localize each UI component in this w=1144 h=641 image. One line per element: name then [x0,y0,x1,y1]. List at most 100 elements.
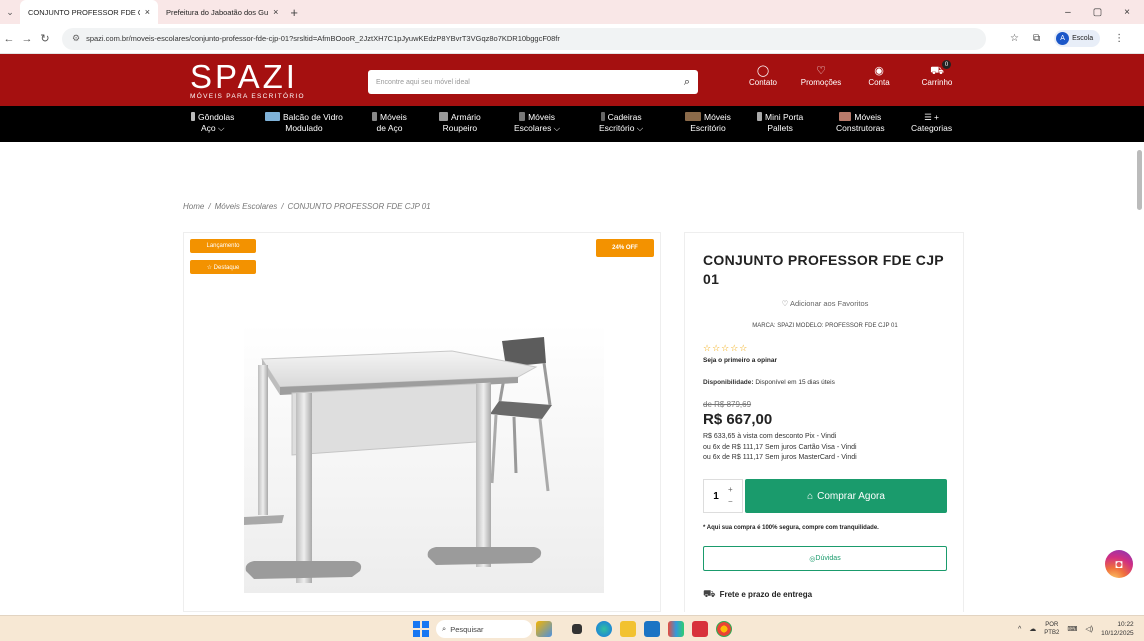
current-price: R$ 667,00 [703,411,773,428]
quantity-value[interactable]: 1 [704,491,728,502]
heart-icon: ♡ [816,65,826,77]
language-indicator[interactable]: POR PTB2 [1044,621,1059,637]
category-gondolas[interactable]: Gôndolas Aço ⌵ [191,112,234,134]
cloud-sync-icon[interactable]: ☁ [1029,625,1036,633]
outlook-icon[interactable] [644,621,660,637]
category-cadeiras[interactable]: Cadeiras Escritório ⌵ [599,112,643,134]
close-tab-icon[interactable]: × [145,7,150,17]
tab-search-button[interactable]: ⌄ [0,7,20,18]
breadcrumb-moveis-escolares[interactable]: Móveis Escolares [215,202,278,211]
widgets-icon[interactable] [536,621,552,637]
profile-button[interactable]: A Escola [1054,30,1101,47]
category-sublabel: Construtoras [836,123,885,133]
reload-icon[interactable]: ↻ [36,32,54,45]
maximize-button[interactable]: ▢ [1093,7,1102,18]
date: 10/12/2025 [1101,630,1134,637]
new-tab-button[interactable]: + [286,5,298,20]
page-scrollbar[interactable] [1137,150,1142,210]
construction-furniture-icon [839,112,852,121]
shipping-section: ⛟ Frete e prazo de entrega [703,589,812,602]
site-info-icon[interactable]: ⚙ [72,33,80,44]
category-sublabel: Categorias [911,123,953,133]
category-all[interactable]: ☰ + Categorias [911,112,952,134]
doubts-button[interactable]: ◎ Dúvidas [703,546,947,571]
add-to-favorites-link[interactable]: ♡ Adicionar aos Favoritos [685,299,965,308]
extensions-icon[interactable]: ⧉ [1033,33,1040,44]
close-tab-icon[interactable]: × [273,7,278,17]
category-sublabel: Modulado [285,123,323,133]
bag-icon: ⌂ [807,490,814,502]
category-armario-roupeiro[interactable]: Armário Roupeiro [439,112,481,134]
gondola-icon [191,112,195,121]
availability-value: Disponível em 15 dias úteis [755,379,835,386]
chrome-icon[interactable] [716,621,732,637]
category-label: Gôndolas [198,112,235,122]
volume-icon[interactable]: ◁) [1085,625,1093,633]
bookmark-star-icon[interactable]: ☆ [1010,33,1019,44]
tab-spazi[interactable]: CONJUNTO PROFESSOR FDE C × [0,0,158,76]
promotions-label: Promoções [800,78,842,87]
store-icon[interactable] [668,621,684,637]
account-link[interactable]: ◉ Conta [854,64,904,87]
pallet-icon [757,112,762,121]
quantity-stepper[interactable]: 1 + − [703,479,743,513]
browser-actions: ☆ ⧉ A Escola ⋮ [1010,30,1124,47]
menu-icon: ☰ + [924,112,940,122]
category-moveis-escritorio[interactable]: Móveis Escritório [685,112,731,134]
promotions-link[interactable]: ♡ Promoções [796,64,846,87]
category-sublabel: Escritório ⌵ [599,123,644,133]
cart-link[interactable]: ⛟ 0 Carrinho [912,60,962,87]
tab-title: Prefeitura do Jaboatão dos Gu [166,7,269,17]
first-review-link[interactable]: Seja o primeiro a opinar [703,357,777,364]
category-label: Armário [451,112,481,122]
site-search[interactable]: Encontre aqui seu móvel ideal ⌕ [368,70,698,94]
system-tray: ^ ☁ POR PTB2 ⌨ ◁) 10:22 10/12/2025 [1018,620,1134,638]
decrement-icon[interactable]: − [728,496,733,508]
url-field[interactable]: ⚙ spazi.com.br/moveis-escolares/conjunto… [62,27,986,50]
increment-icon[interactable]: + [728,484,733,496]
category-sublabel: Aço ⌵ [200,123,225,133]
search-icon[interactable]: ⌕ [684,76,690,89]
back-icon[interactable]: ← [0,33,18,45]
close-window-button[interactable]: × [1124,7,1130,18]
product-photo[interactable] [184,233,661,612]
category-mini-porta-pallets[interactable]: Mini Porta Pallets [757,112,803,134]
category-moveis-escolares[interactable]: Móveis Escolares ⌵ [514,112,560,134]
category-label: Móveis [528,112,556,122]
instagram-icon[interactable]: ◘ [1105,550,1133,578]
task-view-icon[interactable] [572,624,582,634]
minimize-button[interactable]: – [1065,7,1071,18]
category-moveis-construtoras[interactable]: Móveis Construtoras [836,112,885,134]
clock[interactable]: 10:22 10/12/2025 [1101,620,1134,638]
chat-icon: ◯ [756,65,770,77]
buy-now-button[interactable]: ⌂ Comprar Agora [745,479,947,513]
search-input[interactable]: Encontre aqui seu móvel ideal [376,79,684,86]
taskbar-search-placeholder: Pesquisar [450,624,484,634]
spazi-logo[interactable]: SPAZI MÓVEIS PARA ESCRITÓRIO [190,60,305,100]
rating-stars[interactable]: ☆☆☆☆☆ [703,343,748,354]
network-icon[interactable]: ⌨ [1067,625,1077,633]
app-icon[interactable] [692,621,708,637]
taskbar-search[interactable]: ⌕ Pesquisar [436,620,532,638]
breadcrumb-home[interactable]: Home [183,202,204,211]
payment-line-pix: R$ 633,65 à vista com desconto Pix - Vin… [703,433,837,440]
wardrobe-icon [439,112,448,121]
chevron-up-icon[interactable]: ^ [1018,626,1021,633]
category-balcao-vidro[interactable]: Balcão de Vidro Modulado [265,112,343,134]
logo-subtitle: MÓVEIS PARA ESCRITÓRIO [190,93,305,100]
contact-link[interactable]: ◯ Contato [738,64,788,87]
browser-menu-icon[interactable]: ⋮ [1114,33,1124,44]
windows-start-icon[interactable] [413,621,429,637]
tab-prefeitura[interactable]: Prefeitura do Jaboatão dos Gu × [0,0,286,76]
search-icon: ⌕ [442,624,447,633]
category-moveis-aco[interactable]: Móveis de Aço [372,112,407,134]
forward-icon[interactable]: → [18,33,36,45]
payment-line-mastercard: ou 6x de R$ 111,17 Sem juros MasterCard … [703,454,857,461]
category-label: Cadeiras [607,112,642,122]
contact-label: Contato [748,78,778,87]
user-icon: ◉ [874,65,884,77]
address-bar-row: ← → ↻ ⚙ spazi.com.br/moveis-escolares/co… [0,24,1144,54]
browser-tab-strip: ⌄ CONJUNTO PROFESSOR FDE C × Prefeitura … [0,0,1144,76]
file-explorer-icon[interactable] [620,621,636,637]
edge-browser-icon[interactable] [596,621,612,637]
